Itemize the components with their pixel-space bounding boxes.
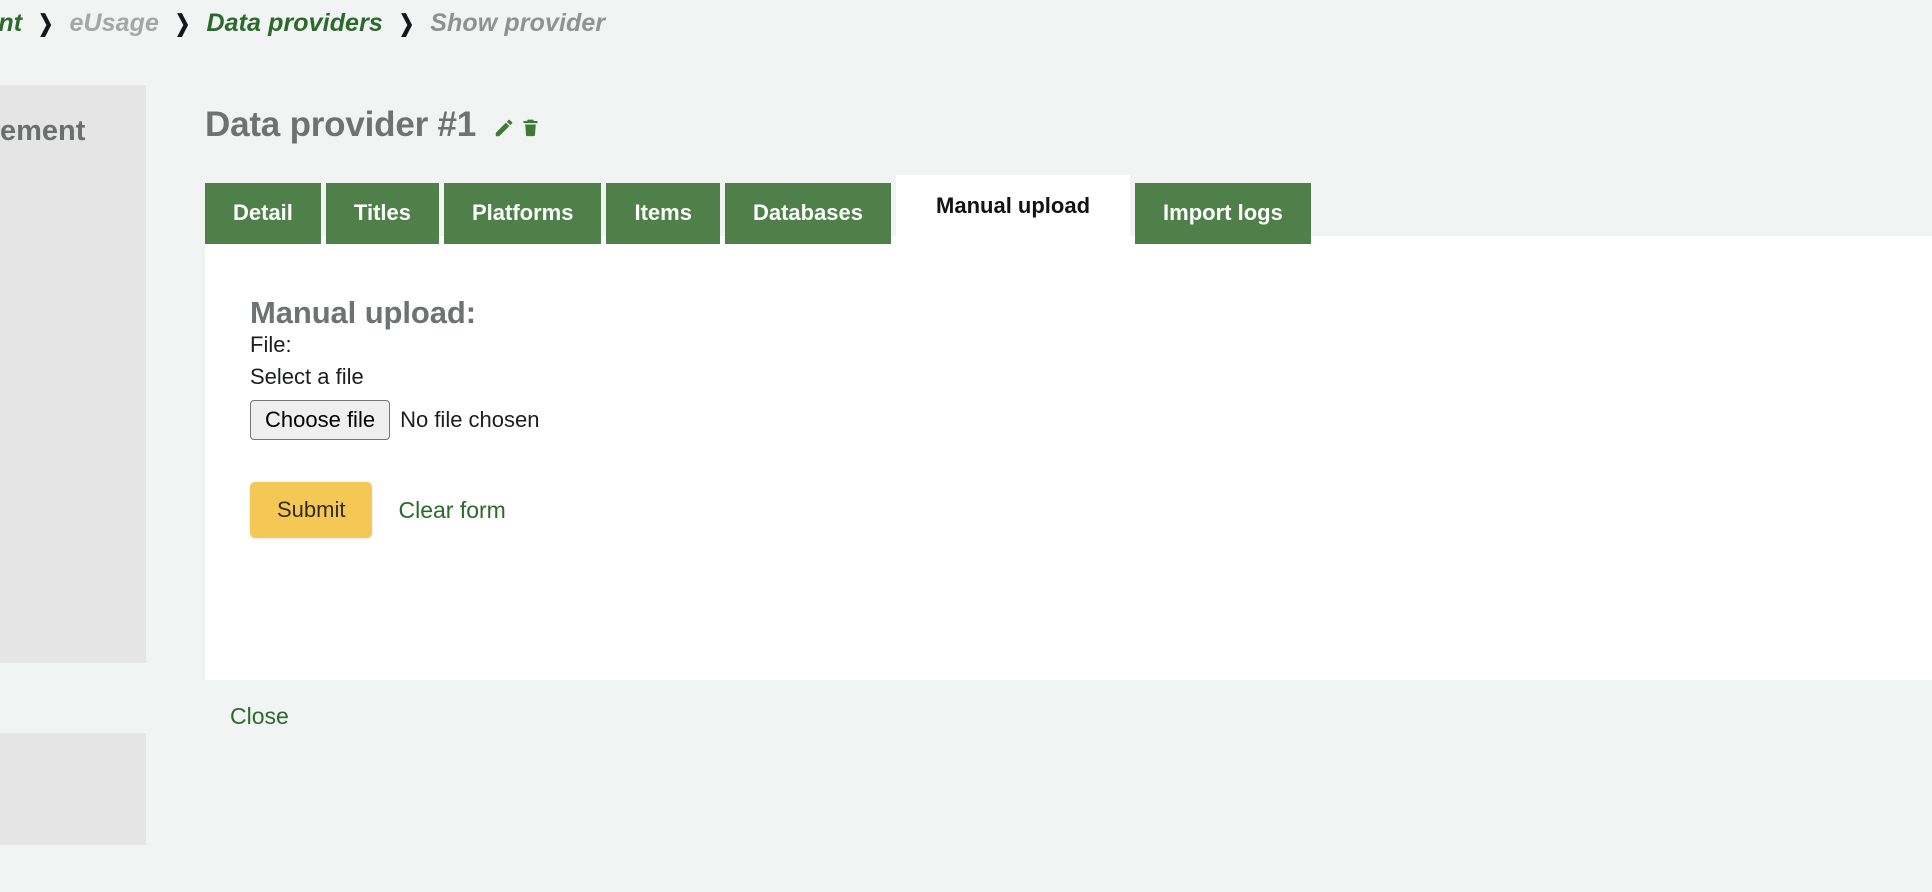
breadcrumb-separator-icon: ❯ <box>28 10 63 37</box>
file-field-label: File: <box>250 332 540 358</box>
breadcrumb-item-management[interactable]: ment <box>0 9 24 38</box>
page-title-row: Data provider #1 <box>205 103 542 147</box>
tab-manual-upload[interactable]: Manual upload <box>896 175 1130 244</box>
tab-detail[interactable]: Detail <box>205 183 321 244</box>
clear-form-link[interactable]: Clear form <box>398 497 505 524</box>
tab-platforms[interactable]: Platforms <box>444 183 601 244</box>
provider-tabs: Detail Titles Platforms Items Databases … <box>205 175 1311 244</box>
manual-upload-panel: Manual upload: File: Select a file Choos… <box>205 236 1932 680</box>
pencil-icon <box>493 117 515 139</box>
breadcrumb-item-show-provider: Show provider <box>428 9 607 38</box>
section-title: Manual upload: <box>250 295 476 331</box>
file-field-sublabel: Select a file <box>250 364 540 390</box>
choose-file-button[interactable]: Choose file <box>250 400 390 440</box>
breadcrumb-item-eusage[interactable]: eUsage <box>68 9 162 38</box>
edit-provider-button[interactable] <box>492 116 516 140</box>
breadcrumb-separator-icon: ❯ <box>165 10 200 37</box>
trash-icon <box>520 117 541 138</box>
manual-upload-form: File: Select a file Choose file No file … <box>250 332 540 538</box>
file-input-row: Choose file No file chosen <box>250 400 540 440</box>
tab-import-logs[interactable]: Import logs <box>1135 183 1311 244</box>
file-chosen-status: No file chosen <box>400 407 539 433</box>
breadcrumb-separator-icon: ❯ <box>389 10 424 37</box>
breadcrumb-item-data-providers[interactable]: Data providers <box>204 9 384 38</box>
sidebar-heading: ement <box>0 115 85 148</box>
breadcrumb: ment ❯ eUsage ❯ Data providers ❯ Show pr… <box>0 6 607 40</box>
tab-items[interactable]: Items <box>606 183 719 244</box>
close-link[interactable]: Close <box>230 703 289 730</box>
title-actions <box>492 111 542 140</box>
submit-button[interactable]: Submit <box>250 482 372 538</box>
page-title: Data provider #1 <box>205 105 476 145</box>
tab-titles[interactable]: Titles <box>326 183 439 244</box>
delete-provider-button[interactable] <box>518 116 542 140</box>
sidebar-panel-top: ement <box>0 85 146 663</box>
sidebar-panel-bottom <box>0 733 146 845</box>
tab-databases[interactable]: Databases <box>725 183 891 244</box>
form-actions: Submit Clear form <box>250 482 540 538</box>
